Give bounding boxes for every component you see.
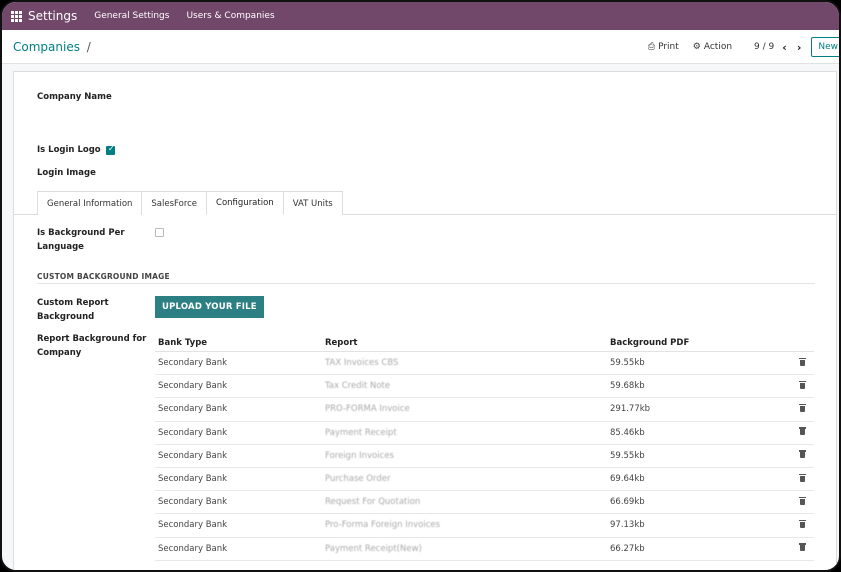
- section-title: CUSTOM BACKGROUND IMAGE: [37, 272, 170, 281]
- cell-report: Payment Receipt(New): [325, 543, 422, 554]
- cell-report: Pro-Forma Foreign Invoices: [325, 520, 441, 531]
- print-icon: ⎙: [647, 42, 656, 52]
- form-sheet: Company Name Is Login Logo Login Image G…: [13, 71, 837, 570]
- trash-icon: [798, 519, 806, 528]
- table-row[interactable]: Secondary Bank Tax Credit Note 59.68kb: [155, 375, 814, 399]
- cell-background-pdf[interactable]: 85.46kb: [610, 428, 790, 438]
- cell-bank-type: Secondary Bank: [158, 358, 228, 369]
- column-background-pdf[interactable]: Background PDF: [610, 338, 790, 348]
- delete-row-button[interactable]: [790, 519, 814, 531]
- table-row[interactable]: Secondary Bank Payment Receipt 85.46kb: [155, 422, 814, 445]
- new-button[interactable]: New: [811, 37, 839, 57]
- action-button[interactable]: ⚙ Action: [693, 42, 732, 52]
- delete-row-button[interactable]: [790, 427, 814, 438]
- table-row[interactable]: Secondary Bank Request For Quotation 66.69…: [155, 491, 814, 515]
- control-panel: Companies / ⎙ Print ⚙ Action 9 / 9 ‹ › N…: [2, 30, 839, 64]
- menu-general-settings[interactable]: General Settings: [94, 11, 169, 21]
- pager-value[interactable]: 9 / 9: [754, 42, 774, 52]
- trash-icon: [798, 427, 806, 436]
- trash-icon: [798, 357, 806, 366]
- cell-background-pdf[interactable]: 97.13kb: [610, 520, 790, 530]
- tab-salesforce[interactable]: SalesForce: [141, 191, 208, 215]
- report-background-table: Bank Type Report Background PDF Secondar…: [155, 334, 814, 561]
- trash-icon: [798, 496, 806, 505]
- delete-row-button[interactable]: [790, 357, 814, 369]
- control-panel-actions: ⎙ Print ⚙ Action 9 / 9 ‹ › New: [648, 30, 839, 64]
- cell-bank-type: Secondary Bank: [158, 450, 228, 461]
- cell-bank-type: Secondary Bank: [158, 543, 228, 554]
- top-navbar: Settings General Settings Users & Compan…: [2, 2, 839, 30]
- print-button[interactable]: ⎙ Print: [648, 42, 679, 52]
- cell-report: Purchase Order: [325, 474, 391, 485]
- report-background-label: Report Background for Company: [37, 334, 147, 358]
- delete-row-button[interactable]: [790, 496, 814, 508]
- tab-configuration[interactable]: Configuration: [206, 191, 284, 215]
- chevron-left-icon[interactable]: ‹: [782, 41, 787, 54]
- cell-report: Payment Receipt: [325, 427, 397, 438]
- cell-report: PRO-FORMA Invoice: [325, 404, 410, 415]
- trash-icon: [798, 380, 806, 389]
- delete-row-button[interactable]: [790, 380, 814, 392]
- column-report[interactable]: Report: [325, 338, 610, 348]
- table-row[interactable]: Secondary Bank PRO-FORMA Invoice 291.77kb: [155, 398, 814, 422]
- cell-bank-type: Secondary Bank: [158, 474, 228, 485]
- company-name-label: Company Name: [37, 92, 112, 102]
- cell-report: Request For Quotation: [325, 497, 421, 508]
- trash-icon: [798, 403, 806, 412]
- custom-report-background-label: Custom Report Background: [37, 298, 109, 322]
- table-row[interactable]: Secondary Bank Payment Receipt(New) 66.27k…: [155, 538, 814, 561]
- column-bank-type[interactable]: Bank Type: [155, 338, 325, 348]
- menu-users-companies[interactable]: Users & Companies: [186, 11, 274, 21]
- section-divider: [37, 283, 815, 284]
- cell-background-pdf[interactable]: 59.55kb: [610, 451, 790, 461]
- is-login-logo-label: Is Login Logo: [37, 145, 101, 155]
- delete-row-button[interactable]: [790, 543, 814, 554]
- cell-report: TAX Invoices CBS: [325, 358, 399, 369]
- is-background-per-language-checkbox[interactable]: [155, 228, 164, 237]
- apps-grid-icon[interactable]: [11, 10, 22, 22]
- cell-background-pdf[interactable]: 66.27kb: [610, 544, 790, 554]
- delete-row-button[interactable]: [790, 450, 814, 461]
- cell-bank-type: Secondary Bank: [158, 497, 228, 508]
- cell-report: Tax Credit Note: [325, 381, 391, 392]
- table-body: Secondary Bank TAX Invoices CBS 59.55kb Sec…: [155, 352, 814, 561]
- cell-background-pdf[interactable]: 69.64kb: [610, 474, 790, 484]
- delete-row-button[interactable]: [790, 403, 814, 415]
- tab-general-information[interactable]: General Information: [37, 191, 143, 215]
- app-title[interactable]: Settings: [28, 9, 77, 23]
- trash-icon: [798, 450, 806, 459]
- table-row[interactable]: Secondary Bank Purchase Order 69.64kb: [155, 468, 814, 492]
- cell-bank-type: Secondary Bank: [158, 381, 228, 392]
- breadcrumb-separator: /: [86, 39, 91, 54]
- is-background-per-language-label: Is Background Per Language: [37, 228, 125, 252]
- cell-background-pdf[interactable]: 291.77kb: [610, 404, 790, 414]
- app-window: Settings General Settings Users & Compan…: [0, 0, 841, 572]
- is-login-logo-checkbox[interactable]: [106, 144, 115, 155]
- trash-icon: [798, 543, 806, 552]
- breadcrumb-companies[interactable]: Companies: [13, 40, 80, 54]
- cell-background-pdf[interactable]: 59.55kb: [610, 358, 790, 368]
- table-row[interactable]: Secondary Bank Pro-Forma Foreign Invoices…: [155, 514, 814, 538]
- delete-row-button[interactable]: [790, 473, 814, 485]
- gear-icon: ⚙: [692, 42, 701, 52]
- table-header: Bank Type Report Background PDF: [155, 334, 814, 352]
- chevron-right-icon[interactable]: ›: [797, 41, 802, 54]
- trash-icon: [798, 473, 806, 482]
- cell-bank-type: Secondary Bank: [158, 427, 228, 438]
- cell-bank-type: Secondary Bank: [158, 520, 228, 531]
- print-label: Print: [658, 42, 679, 52]
- cell-bank-type: Secondary Bank: [158, 404, 228, 415]
- cell-background-pdf[interactable]: 59.68kb: [610, 381, 790, 391]
- cell-report: Foreign Invoices: [325, 450, 394, 461]
- cell-background-pdf[interactable]: 66.69kb: [610, 497, 790, 507]
- login-image-label: Login Image: [37, 168, 96, 178]
- table-row[interactable]: Secondary Bank Foreign Invoices 59.55kb: [155, 445, 814, 468]
- tab-vat-units[interactable]: VAT Units: [282, 191, 343, 215]
- upload-file-button[interactable]: UPLOAD YOUR FILE: [155, 296, 264, 318]
- notebook-tabs: General Information SalesForce Configura…: [37, 191, 343, 215]
- table-row[interactable]: Secondary Bank TAX Invoices CBS 59.55kb: [155, 352, 814, 376]
- action-label: Action: [703, 42, 733, 52]
- breadcrumb: Companies /: [13, 40, 91, 54]
